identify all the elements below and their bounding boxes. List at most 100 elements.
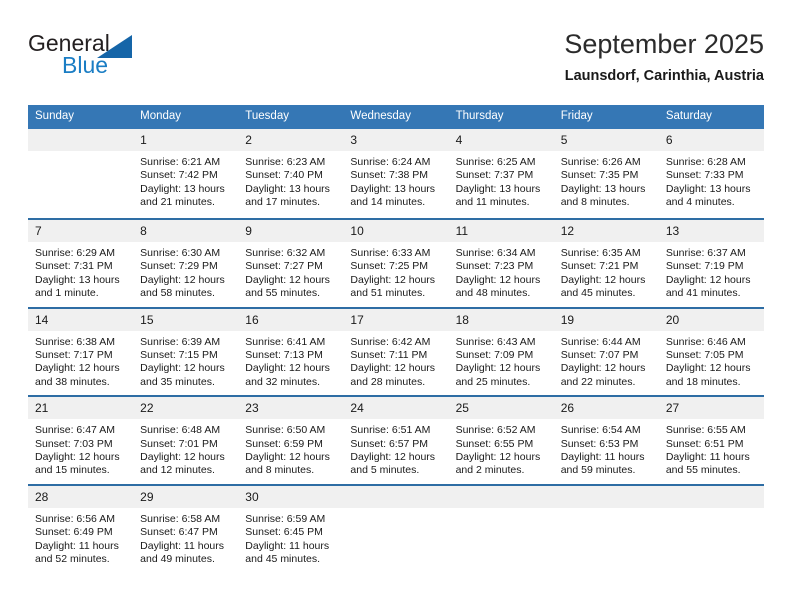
day-number: 12: [553, 220, 659, 242]
calendar-week-row: 28 Sunrise: 6:56 AM Sunset: 6:49 PM Dayligh…: [28, 483, 764, 575]
weekday-header-row: Sunday Monday Tuesday Wednesday Thursday Frid…: [28, 105, 764, 129]
day-details: Sunrise: 6:37 AM Sunset: 7:19 PM Daylight:…: [659, 242, 764, 307]
day-number: 15: [133, 308, 239, 331]
day-details: [554, 508, 659, 575]
day-cell-inner: 12 Sunrise: 6:35 AM Sunset: 7:21 PM Dayligh…: [553, 220, 659, 307]
day-cell-inner: 20 Sunrise: 6:46 AM Sunset: 7:05 PM Dayligh…: [658, 308, 764, 396]
sunset-text: Sunset: 7:05 PM: [665, 349, 744, 362]
day-details: Sunrise: 6:23 AM Sunset: 7:40 PM Daylight:…: [238, 151, 343, 216]
calendar-body: 1 Sunrise: 6:21 AM Sunset: 7:42 PM Daylight…: [28, 129, 764, 575]
daylight-text: Daylight: 12 hours and 5 minutes.: [350, 451, 436, 477]
sunrise-text: Sunrise: 6:37 AM: [665, 247, 746, 259]
calendar-day-cell[interactable]: 19 Sunrise: 6:44 AM Sunset: 7:07 PM Dayligh…: [553, 306, 659, 397]
general-blue-logo[interactable]: General Blue: [28, 30, 158, 86]
calendar-day-cell[interactable]: 18 Sunrise: 6:43 AM Sunset: 7:09 PM Dayligh…: [448, 306, 554, 397]
calendar-day-cell[interactable]: 22 Sunrise: 6:48 AM Sunset: 7:01 PM Dayligh…: [133, 395, 239, 485]
day-details: Sunrise: 6:26 AM Sunset: 7:35 PM Daylight:…: [554, 151, 659, 216]
calendar-day-cell[interactable]: 25 Sunrise: 6:52 AM Sunset: 6:55 PM Dayligh…: [448, 395, 554, 485]
calendar-day-cell[interactable]: 26 Sunrise: 6:54 AM Sunset: 6:53 PM Dayligh…: [553, 395, 659, 485]
daylight-text: Daylight: 12 hours and 8 minutes.: [245, 451, 330, 477]
day-number: 30: [238, 485, 344, 508]
sunset-text: Sunset: 7:40 PM: [245, 169, 323, 182]
calendar-day-cell[interactable]: 2 Sunrise: 6:23 AM Sunset: 7:40 PM Daylight…: [238, 129, 344, 219]
calendar-day-cell[interactable]: 7 Sunrise: 6:29 AM Sunset: 7:31 PM Daylight…: [28, 218, 134, 308]
calendar-day-cell[interactable]: 1 Sunrise: 6:21 AM Sunset: 7:42 PM Daylight…: [133, 129, 239, 219]
calendar-day-cell[interactable]: 27 Sunrise: 6:55 AM Sunset: 6:51 PM Dayligh…: [658, 395, 764, 485]
day-cell-inner: 25 Sunrise: 6:52 AM Sunset: 6:55 PM Dayligh…: [448, 397, 554, 484]
calendar-day-cell[interactable]: 16 Sunrise: 6:41 AM Sunset: 7:13 PM Dayligh…: [238, 306, 344, 397]
sunset-text: Sunset: 7:11 PM: [350, 349, 428, 362]
day-details: Sunrise: 6:34 AM Sunset: 7:23 PM Daylight:…: [449, 242, 554, 307]
day-cell-inner: 19 Sunrise: 6:44 AM Sunset: 7:07 PM Dayligh…: [553, 308, 659, 396]
day-details: Sunrise: 6:59 AM Sunset: 6:45 PM Daylight:…: [238, 508, 343, 573]
sunrise-text: Sunrise: 6:46 AM: [665, 335, 746, 348]
day-number: 11: [448, 220, 554, 242]
weekday-header-friday: Friday: [553, 105, 659, 129]
day-number: 25: [448, 397, 554, 420]
sunset-text: Sunset: 7:01 PM: [140, 437, 218, 450]
calendar-week-row: 21 Sunrise: 6:47 AM Sunset: 7:03 PM Dayligh…: [28, 395, 764, 485]
calendar-day-cell[interactable]: 20 Sunrise: 6:46 AM Sunset: 7:05 PM Dayligh…: [658, 306, 764, 397]
calendar-day-cell[interactable]: 8 Sunrise: 6:30 AM Sunset: 7:29 PM Daylight…: [133, 218, 239, 308]
sunrise-text: Sunrise: 6:59 AM: [245, 512, 326, 525]
calendar-day-cell[interactable]: 13 Sunrise: 6:37 AM Sunset: 7:19 PM Dayligh…: [658, 218, 764, 308]
day-number: [553, 485, 659, 508]
sunrise-text: Sunrise: 6:55 AM: [665, 424, 746, 437]
daylight-text: Daylight: 12 hours and 38 minutes.: [35, 362, 120, 388]
day-number: 29: [133, 485, 239, 508]
calendar-day-cell[interactable]: 5 Sunrise: 6:26 AM Sunset: 7:35 PM Daylight…: [553, 129, 659, 219]
calendar-day-cell[interactable]: 30 Sunrise: 6:59 AM Sunset: 6:45 PM Dayligh…: [238, 483, 344, 575]
day-cell-inner: 9 Sunrise: 6:32 AM Sunset: 7:27 PM Daylight…: [238, 220, 344, 307]
calendar-day-cell[interactable]: 6 Sunrise: 6:28 AM Sunset: 7:33 PM Daylight…: [658, 129, 764, 219]
day-number: 22: [133, 397, 239, 420]
calendar-day-cell[interactable]: 10 Sunrise: 6:33 AM Sunset: 7:25 PM Dayligh…: [343, 218, 449, 308]
day-number: 10: [343, 220, 449, 242]
daylight-text: Daylight: 12 hours and 28 minutes.: [350, 362, 436, 388]
day-cell-inner: 5 Sunrise: 6:26 AM Sunset: 7:35 PM Daylight…: [553, 129, 659, 216]
sunrise-text: Sunrise: 6:56 AM: [35, 512, 115, 525]
daylight-text: Daylight: 11 hours and 52 minutes.: [35, 539, 119, 566]
sunrise-text: Sunrise: 6:25 AM: [455, 156, 536, 168]
day-details: Sunrise: 6:42 AM Sunset: 7:11 PM Daylight:…: [343, 331, 448, 396]
sunrise-text: Sunrise: 6:48 AM: [140, 424, 221, 437]
daylight-text: Daylight: 13 hours and 17 minutes.: [245, 182, 330, 209]
calendar-day-cell[interactable]: 12 Sunrise: 6:35 AM Sunset: 7:21 PM Dayligh…: [553, 218, 659, 308]
calendar-day-cell[interactable]: 9 Sunrise: 6:32 AM Sunset: 7:27 PM Daylight…: [238, 218, 344, 308]
calendar-day-cell[interactable]: 29 Sunrise: 6:58 AM Sunset: 6:47 PM Dayligh…: [133, 483, 239, 575]
day-number: 28: [28, 485, 134, 508]
day-cell-inner: 7 Sunrise: 6:29 AM Sunset: 7:31 PM Daylight…: [28, 220, 134, 307]
daylight-text: Daylight: 13 hours and 21 minutes.: [140, 182, 225, 209]
sunset-text: Sunset: 7:17 PM: [35, 349, 113, 362]
sunrise-text: Sunrise: 6:26 AM: [560, 156, 641, 168]
calendar-day-cell[interactable]: 11 Sunrise: 6:34 AM Sunset: 7:23 PM Dayligh…: [448, 218, 554, 308]
calendar-week-row: 1 Sunrise: 6:21 AM Sunset: 7:42 PM Daylight…: [28, 129, 764, 219]
calendar-day-cell[interactable]: 3 Sunrise: 6:24 AM Sunset: 7:38 PM Daylight…: [343, 129, 449, 219]
calendar-day-cell[interactable]: 17 Sunrise: 6:42 AM Sunset: 7:11 PM Dayligh…: [343, 306, 449, 397]
sunset-text: Sunset: 7:35 PM: [560, 169, 639, 182]
weekday-header-saturday: Saturday: [658, 105, 764, 129]
sunrise-text: Sunrise: 6:35 AM: [560, 247, 641, 259]
day-details: [659, 508, 764, 575]
day-cell-inner: 10 Sunrise: 6:33 AM Sunset: 7:25 PM Dayligh…: [343, 220, 449, 307]
calendar-day-cell[interactable]: 28 Sunrise: 6:56 AM Sunset: 6:49 PM Dayligh…: [28, 483, 134, 575]
daylight-text: Daylight: 12 hours and 12 minutes.: [140, 451, 225, 477]
calendar-day-cell[interactable]: 14 Sunrise: 6:38 AM Sunset: 7:17 PM Dayligh…: [28, 306, 134, 397]
calendar-day-cell[interactable]: 15 Sunrise: 6:39 AM Sunset: 7:15 PM Dayligh…: [133, 306, 239, 397]
sunset-text: Sunset: 7:07 PM: [560, 349, 639, 362]
calendar-day-cell[interactable]: 21 Sunrise: 6:47 AM Sunset: 7:03 PM Dayligh…: [28, 395, 134, 485]
day-number: 4: [448, 129, 554, 151]
weekday-header-sunday: Sunday: [28, 105, 134, 129]
calendar-day-cell-empty: [658, 483, 764, 575]
day-details: Sunrise: 6:56 AM Sunset: 6:49 PM Daylight:…: [28, 508, 133, 573]
day-number: 23: [238, 397, 344, 420]
calendar-day-cell[interactable]: 24 Sunrise: 6:51 AM Sunset: 6:57 PM Dayligh…: [343, 395, 449, 485]
sunrise-text: Sunrise: 6:41 AM: [245, 335, 326, 348]
day-details: Sunrise: 6:43 AM Sunset: 7:09 PM Daylight:…: [449, 331, 554, 396]
calendar-day-cell[interactable]: 23 Sunrise: 6:50 AM Sunset: 6:59 PM Dayligh…: [238, 395, 344, 485]
sunset-text: Sunset: 6:59 PM: [245, 437, 323, 450]
day-details: Sunrise: 6:55 AM Sunset: 6:51 PM Daylight:…: [659, 419, 764, 484]
day-cell-inner: 28 Sunrise: 6:56 AM Sunset: 6:49 PM Dayligh…: [28, 485, 134, 573]
day-details: Sunrise: 6:54 AM Sunset: 6:53 PM Daylight:…: [554, 419, 659, 484]
calendar-day-cell[interactable]: 4 Sunrise: 6:25 AM Sunset: 7:37 PM Daylight…: [448, 129, 554, 219]
day-cell-inner: 18 Sunrise: 6:43 AM Sunset: 7:09 PM Dayligh…: [448, 308, 554, 396]
